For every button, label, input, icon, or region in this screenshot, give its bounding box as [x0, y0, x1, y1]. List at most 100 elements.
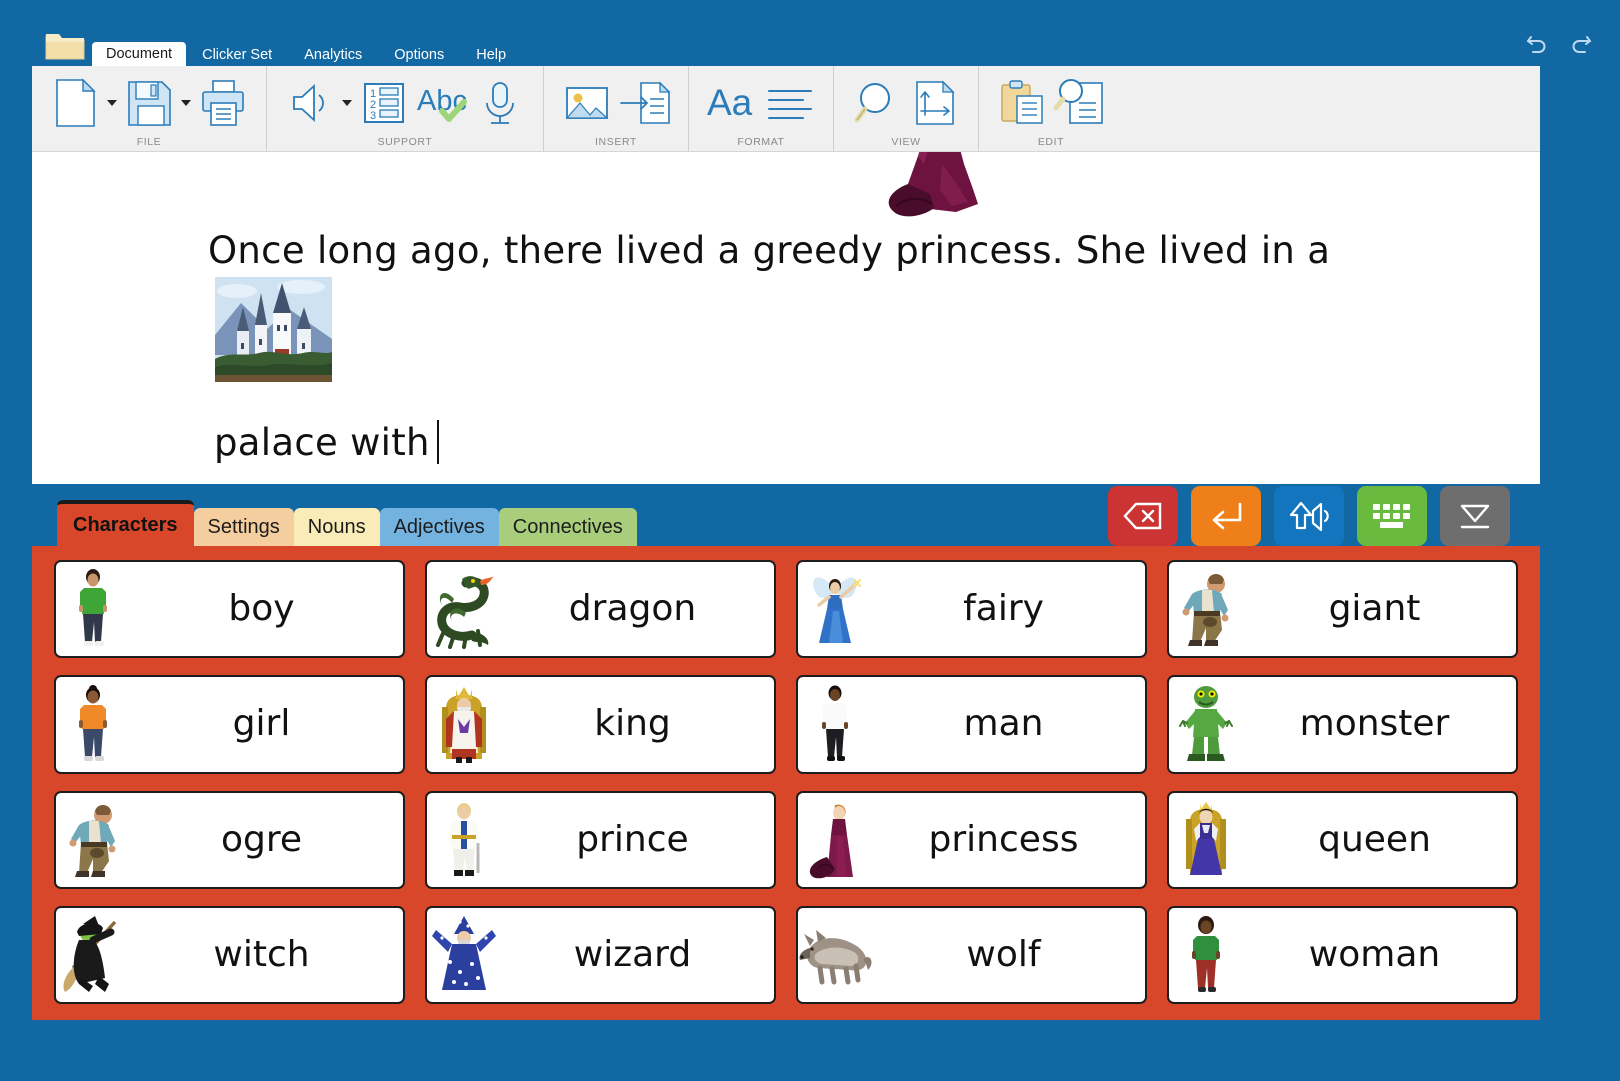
word-card-label: dragon [501, 591, 774, 627]
word-card-label: boy [130, 591, 403, 627]
ribbon-toolbar: FILE 1 2 3 [32, 66, 1540, 152]
word-card-label: witch [130, 937, 403, 973]
word-card-woman[interactable]: woman [1167, 906, 1518, 1004]
king-image [427, 677, 501, 771]
titlebar-actions [1524, 28, 1594, 54]
word-card-label: prince [501, 822, 774, 858]
word-card-ogre[interactable]: ogre [54, 791, 405, 889]
ribbon-group-view-label: VIEW [834, 136, 978, 148]
find-replace-icon[interactable] [1051, 75, 1109, 131]
menu-tab-clicker-set[interactable]: Clicker Set [186, 44, 288, 67]
collapse-button[interactable] [1440, 486, 1510, 546]
ribbon-group-edit-label: EDIT [979, 136, 1123, 148]
fairy-image [798, 562, 872, 656]
ribbon-group-insert-label: INSERT [544, 136, 688, 148]
word-card-giant[interactable]: giant [1167, 560, 1518, 658]
dragon-image [427, 562, 501, 656]
enter-button[interactable] [1191, 486, 1261, 546]
wizard-image [427, 908, 501, 1002]
queen-image [1169, 793, 1243, 887]
speak-button[interactable] [1274, 486, 1344, 546]
word-card-witch[interactable]: witch [54, 906, 405, 1004]
menu-tab-analytics[interactable]: Analytics [288, 44, 378, 67]
tab-adjectives[interactable]: Adjectives [380, 508, 499, 546]
ribbon-group-support: 1 2 3 Abc [267, 66, 544, 151]
woman-image [1169, 908, 1243, 1002]
page-layout-icon[interactable] [906, 75, 964, 131]
word-card-label: ogre [130, 822, 403, 858]
word-card-wolf[interactable]: wolf [796, 906, 1147, 1004]
ribbon-group-insert: INSERT [544, 66, 689, 151]
save-document-icon[interactable] [120, 75, 178, 131]
print-icon[interactable] [194, 75, 252, 131]
girl-image [56, 677, 130, 771]
backspace-button[interactable] [1108, 486, 1178, 546]
new-document-dropdown-icon[interactable] [104, 75, 120, 131]
undo-icon[interactable] [1524, 28, 1550, 54]
word-card-princess[interactable]: princess [796, 791, 1147, 889]
tab-characters[interactable]: Characters [57, 500, 194, 546]
word-card-label: woman [1243, 937, 1516, 973]
document-line-2[interactable]: palace with [214, 420, 439, 464]
word-card-fairy[interactable]: fairy [796, 560, 1147, 658]
font-icon[interactable]: Aa [703, 75, 761, 131]
zoom-icon[interactable] [848, 75, 906, 131]
word-card-grid-panel: boy [32, 546, 1540, 1020]
word-card-girl[interactable]: girl [54, 675, 405, 773]
ribbon-group-view: VIEW [834, 66, 979, 151]
tab-nouns[interactable]: Nouns [294, 508, 380, 546]
wolf-image [798, 908, 872, 1002]
microphone-icon[interactable] [471, 75, 529, 131]
word-card-label: fairy [872, 591, 1145, 627]
keyboard-button[interactable] [1357, 486, 1427, 546]
ribbon-group-file: FILE [32, 66, 267, 151]
document-line-1[interactable]: Once long ago, there lived a greedy prin… [208, 232, 1330, 269]
word-card-boy[interactable]: boy [54, 560, 405, 658]
word-card-label: princess [872, 822, 1145, 858]
word-card-label: man [872, 706, 1145, 742]
ribbon-group-format: Aa FORMAT [689, 66, 834, 151]
word-card-prince[interactable]: prince [425, 791, 776, 889]
paste-icon[interactable] [993, 75, 1051, 131]
new-document-icon[interactable] [46, 75, 104, 131]
menu-tab-options[interactable]: Options [378, 44, 460, 67]
word-card-label: queen [1243, 822, 1516, 858]
word-card-label: king [501, 706, 774, 742]
word-card-man[interactable]: man [796, 675, 1147, 773]
folder-icon[interactable] [45, 31, 85, 60]
paragraph-icon[interactable] [761, 75, 819, 131]
word-card-queen[interactable]: queen [1167, 791, 1518, 889]
document-editor[interactable]: Once long ago, there lived a greedy prin… [32, 152, 1540, 484]
menu-tab-help[interactable]: Help [460, 44, 522, 67]
document-line-2-text: palace with [214, 421, 430, 464]
castle-image [215, 277, 332, 382]
save-document-dropdown-icon[interactable] [178, 75, 194, 131]
svg-text:Aa: Aa [707, 82, 753, 123]
insert-picture-icon[interactable] [558, 75, 616, 131]
ribbon-group-support-label: SUPPORT [267, 136, 543, 148]
boy-image [56, 562, 130, 656]
ogre-image [56, 793, 130, 887]
word-bank: Characters Settings Nouns Adjectives Con… [32, 484, 1540, 1020]
spell-check-icon[interactable]: Abc [413, 75, 471, 131]
word-card-label: giant [1243, 591, 1516, 627]
word-list-icon[interactable]: 1 2 3 [355, 75, 413, 131]
tab-settings[interactable]: Settings [194, 508, 294, 546]
word-card-wizard[interactable]: wizard [425, 906, 776, 1004]
redo-icon[interactable] [1568, 28, 1594, 54]
ribbon-group-format-label: FORMAT [689, 136, 833, 148]
insert-page-icon[interactable] [616, 75, 674, 131]
word-card-dragon[interactable]: dragon [425, 560, 776, 658]
ribbon-group-edit: EDIT [979, 66, 1123, 151]
word-card-monster[interactable]: monster [1167, 675, 1518, 773]
speak-dropdown-icon[interactable] [339, 75, 355, 131]
word-card-label: monster [1243, 706, 1516, 742]
tab-connectives[interactable]: Connectives [499, 508, 637, 546]
word-card-label: wizard [501, 937, 774, 973]
man-image [798, 677, 872, 771]
speak-icon[interactable] [281, 75, 339, 131]
word-card-king[interactable]: king [425, 675, 776, 773]
title-bar: Document Clicker Set Analytics Options H… [0, 0, 1620, 66]
svg-text:3: 3 [370, 110, 376, 122]
menu-tab-document[interactable]: Document [92, 42, 186, 67]
